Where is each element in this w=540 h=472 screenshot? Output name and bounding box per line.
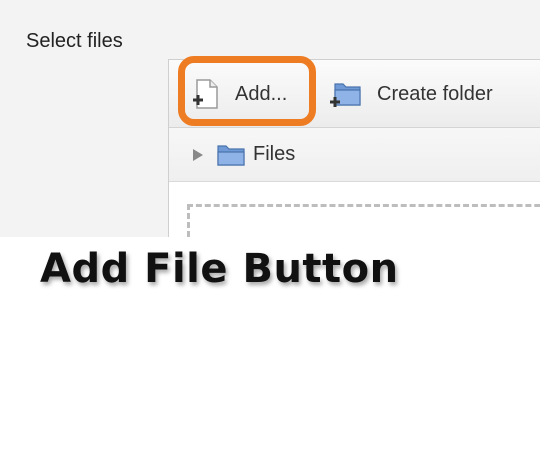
add-button-label: Add... bbox=[235, 82, 288, 105]
screenshot-root: Select files Add... Create folder Files … bbox=[0, 0, 540, 472]
file-drop-zone[interactable] bbox=[187, 204, 540, 237]
add-file-button[interactable]: Add... bbox=[191, 74, 287, 114]
file-picker-area: Select files Add... Create folder Files bbox=[0, 0, 540, 237]
folder-icon bbox=[217, 143, 245, 167]
triangle-right-icon[interactable] bbox=[193, 148, 203, 161]
folder-add-icon bbox=[329, 78, 363, 110]
caption-title: Add File Button bbox=[40, 246, 399, 292]
file-picker: Add... Create folder Files bbox=[168, 59, 540, 237]
file-add-icon bbox=[191, 78, 221, 110]
create-folder-button[interactable]: Create folder bbox=[329, 74, 493, 114]
files-root-link[interactable]: Files bbox=[253, 143, 295, 166]
select-files-label: Select files bbox=[26, 30, 123, 52]
path-breadcrumb: Files bbox=[169, 128, 540, 182]
create-folder-label: Create folder bbox=[377, 82, 493, 105]
file-picker-toolbar: Add... Create folder bbox=[169, 60, 540, 128]
